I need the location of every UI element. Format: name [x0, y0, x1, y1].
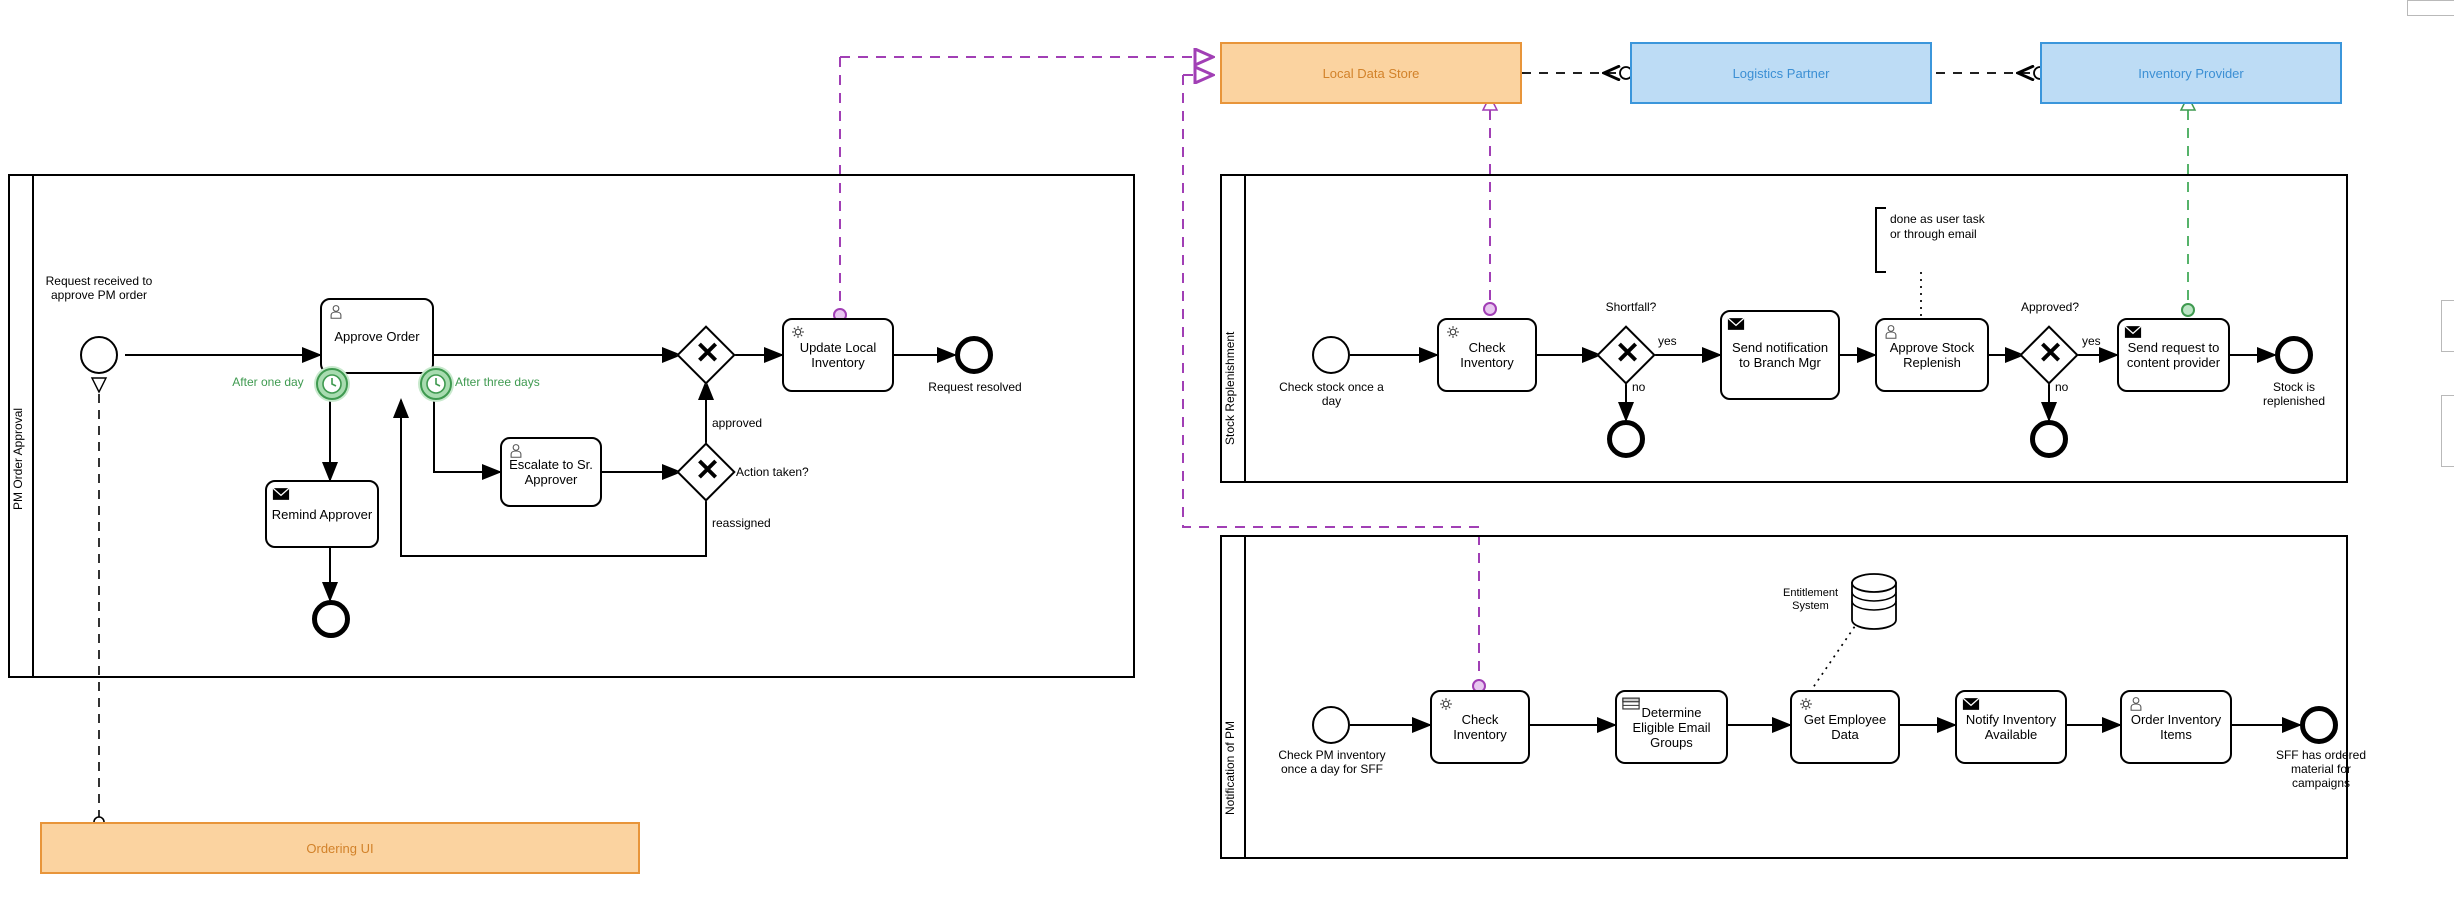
task-send-request-content-provider[interactable]: Send request to content provider [2117, 318, 2230, 392]
start-event-request-received-label: Request received to approve PM order [45, 274, 153, 302]
external-inventory-provider[interactable]: Inventory Provider [2040, 42, 2342, 104]
flow-label-approved: approved [712, 416, 763, 430]
flow-label-shortfall-yes: yes [1658, 334, 1677, 348]
user-icon [2130, 697, 2142, 711]
end-event-sff-ordered[interactable] [2300, 706, 2338, 744]
task-escalate-sr-approver[interactable]: Escalate to Sr. Approver [500, 437, 602, 507]
user-icon [1885, 325, 1897, 339]
bpmn-canvas: PM Order Approval Request received to ap… [0, 0, 2454, 910]
envelope-icon [272, 487, 290, 500]
task-update-local-inventory[interactable]: Update Local Inventory [782, 318, 894, 392]
annotation-approve-stock: done as user task or through email [1890, 212, 1985, 241]
task-sr-check-inventory-label: Check Inventory [1460, 340, 1514, 370]
task-order-inventory-items-label: Order Inventory Items [2130, 712, 2222, 742]
gateway-approved-x-icon: ✕ [2038, 337, 2064, 370]
boundary-timer-after-one-day-label: After one day [232, 375, 304, 389]
task-notify-inventory-available-label: Notify Inventory Available [1965, 712, 2057, 742]
task-remind-approver[interactable]: Remind Approver [265, 480, 379, 548]
flow-label-approved-yes: yes [2082, 334, 2101, 348]
flow-label-approved-no: no [2055, 380, 2069, 394]
task-approve-order-label: Approve Order [334, 328, 420, 344]
flow-label-reassigned: reassigned [712, 516, 771, 530]
canvas-chrome-right-1 [2441, 300, 2454, 352]
canvas-chrome-top-right [2407, 0, 2454, 16]
data-store-entitlement-system-label: Entitlement System [1782, 587, 1839, 612]
task-get-employee-data-label: Get Employee Data [1803, 712, 1887, 742]
external-ordering-ui[interactable]: Ordering UI [40, 822, 640, 874]
task-send-notification-branch-mgr-label: Send notification to Branch Mgr [1731, 340, 1829, 370]
task-get-employee-data[interactable]: Get Employee Data [1790, 690, 1900, 764]
end-event-request-resolved-label: Request resolved [928, 380, 1022, 394]
task-sr-check-inventory[interactable]: Check Inventory [1437, 318, 1537, 392]
external-local-data-store-label: Local Data Store [1322, 65, 1420, 81]
envelope-icon [1962, 697, 1980, 710]
start-event-request-received[interactable] [80, 336, 118, 374]
start-event-check-pm-inventory[interactable] [1312, 706, 1350, 744]
end-event-stock-replenished-label: Stock is replenished [2262, 380, 2326, 408]
start-event-check-stock-daily-label: Check stock once a day [1279, 380, 1384, 408]
lane-label-stock-replenishment: Stock Replenishment [1223, 331, 1237, 445]
timer-icon [322, 374, 342, 394]
boundary-timer-after-one-day[interactable] [316, 368, 348, 400]
gateway-action-taken-x-icon: ✕ [695, 454, 721, 487]
task-order-inventory-items[interactable]: Order Inventory Items [2120, 690, 2232, 764]
end-event-not-approved[interactable] [2030, 420, 2068, 458]
boundary-timer-after-three-days-label: After three days [455, 375, 540, 389]
timer-icon [426, 374, 446, 394]
task-np-check-inventory[interactable]: Check Inventory [1430, 690, 1530, 764]
user-icon [510, 444, 522, 458]
boundary-timer-after-three-days[interactable] [420, 368, 452, 400]
gateway-action-taken-label: Action taken? [736, 465, 809, 479]
task-approve-order[interactable]: Approve Order [320, 298, 434, 374]
task-np-check-inventory-label: Check Inventory [1453, 712, 1507, 742]
gateway-shortfall-x-icon: ✕ [1615, 337, 1641, 370]
task-notify-inventory-available[interactable]: Notify Inventory Available [1955, 690, 2067, 764]
gear-icon [1447, 326, 1459, 338]
task-send-notification-branch-mgr[interactable]: Send notification to Branch Mgr [1720, 310, 1840, 400]
lane-label-pm-order-approval: PM Order Approval [11, 407, 25, 510]
gear-icon [1440, 698, 1452, 710]
external-ordering-ui-label: Ordering UI [306, 840, 374, 856]
task-determine-eligible-email-groups[interactable]: Determine Eligible Email Groups [1615, 690, 1728, 764]
external-logistics-partner-label: Logistics Partner [1732, 65, 1830, 81]
lane-label-notification-of-pm: Notification of PM [1223, 720, 1237, 815]
table-icon [1622, 697, 1640, 710]
task-escalate-sr-approver-label: Escalate to Sr. Approver [509, 457, 593, 487]
end-event-stock-replenished[interactable] [2275, 336, 2313, 374]
task-approve-stock-replenish-label: Approve Stock Replenish [1889, 340, 1975, 370]
end-event-remind[interactable] [312, 600, 350, 638]
gateway-merge-x-icon: ✕ [695, 337, 721, 370]
task-remind-approver-label: Remind Approver [271, 506, 373, 522]
envelope-icon [2124, 325, 2142, 338]
start-event-check-pm-inventory-label: Check PM inventory once a day for SFF [1278, 748, 1386, 776]
end-event-request-resolved[interactable] [955, 336, 993, 374]
end-event-no-shortfall[interactable] [1607, 420, 1645, 458]
gateway-approved-label: Approved? [2020, 300, 2080, 314]
flow-label-shortfall-no: no [1632, 380, 1646, 394]
task-update-local-inventory-label: Update Local Inventory [799, 340, 877, 370]
external-inventory-provider-label: Inventory Provider [2138, 65, 2244, 81]
external-logistics-partner[interactable]: Logistics Partner [1630, 42, 1932, 104]
user-icon [330, 305, 342, 319]
task-send-request-content-provider-label: Send request to content provider [2126, 340, 2221, 370]
end-event-sff-ordered-label: SFF has ordered material for campaigns [2275, 748, 2367, 790]
gateway-shortfall-label: Shortfall? [1605, 300, 1657, 314]
start-event-check-stock-daily[interactable] [1312, 336, 1350, 374]
canvas-chrome-right-2 [2441, 395, 2454, 467]
envelope-icon [1727, 317, 1745, 330]
external-local-data-store[interactable]: Local Data Store [1220, 42, 1522, 104]
task-approve-stock-replenish[interactable]: Approve Stock Replenish [1875, 318, 1989, 392]
pool-pm-order-approval [8, 174, 1135, 678]
gear-icon [1800, 698, 1812, 710]
gear-icon [792, 326, 804, 338]
